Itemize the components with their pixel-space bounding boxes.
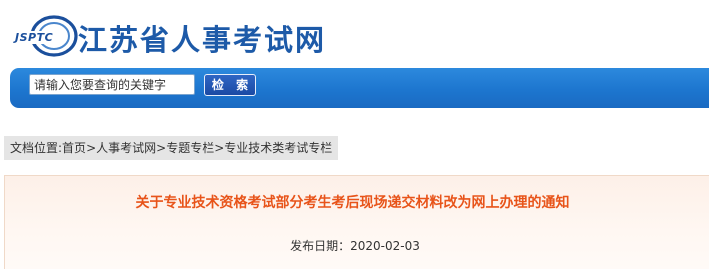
article-title: 关于专业技术资格考试部分考生考后现场递交材料改为网上办理的通知 — [135, 195, 570, 211]
article-card: 关于专业技术资格考试部分考生考后现场递交材料改为网上办理的通知 发布日期：202… — [4, 175, 709, 269]
publish-date: 发布日期：2020-02-03 — [5, 237, 705, 254]
breadcrumb: 文档位置:首页>人事考试网>专题专栏>专业技术类考试专栏 — [4, 136, 339, 160]
breadcrumb-special-topics[interactable]: 专题专栏 — [166, 141, 214, 155]
breadcrumb-exam-site[interactable]: 人事考试网 — [96, 141, 156, 155]
search-bar: 检 索 — [10, 68, 709, 108]
breadcrumb-separator: > — [214, 141, 225, 155]
breadcrumb-professional-exams[interactable]: 专业技术类考试专栏 — [224, 141, 332, 155]
publish-date-label: 发布日期： — [290, 239, 351, 253]
site-header: JSPTC 江苏省人事考试网 — [0, 0, 709, 66]
publish-date-value: 2020-02-03 — [350, 239, 420, 253]
breadcrumb-separator: > — [86, 141, 97, 155]
logo-abbreviation: JSPTC — [15, 31, 55, 44]
search-input[interactable] — [29, 74, 195, 95]
search-button[interactable]: 检 索 — [204, 74, 256, 96]
breadcrumb-home[interactable]: 首页 — [62, 141, 86, 155]
breadcrumb-prefix: 文档位置: — [10, 141, 63, 155]
breadcrumb-separator: > — [156, 141, 167, 155]
site-title[interactable]: 江苏省人事考试网 — [78, 17, 326, 59]
